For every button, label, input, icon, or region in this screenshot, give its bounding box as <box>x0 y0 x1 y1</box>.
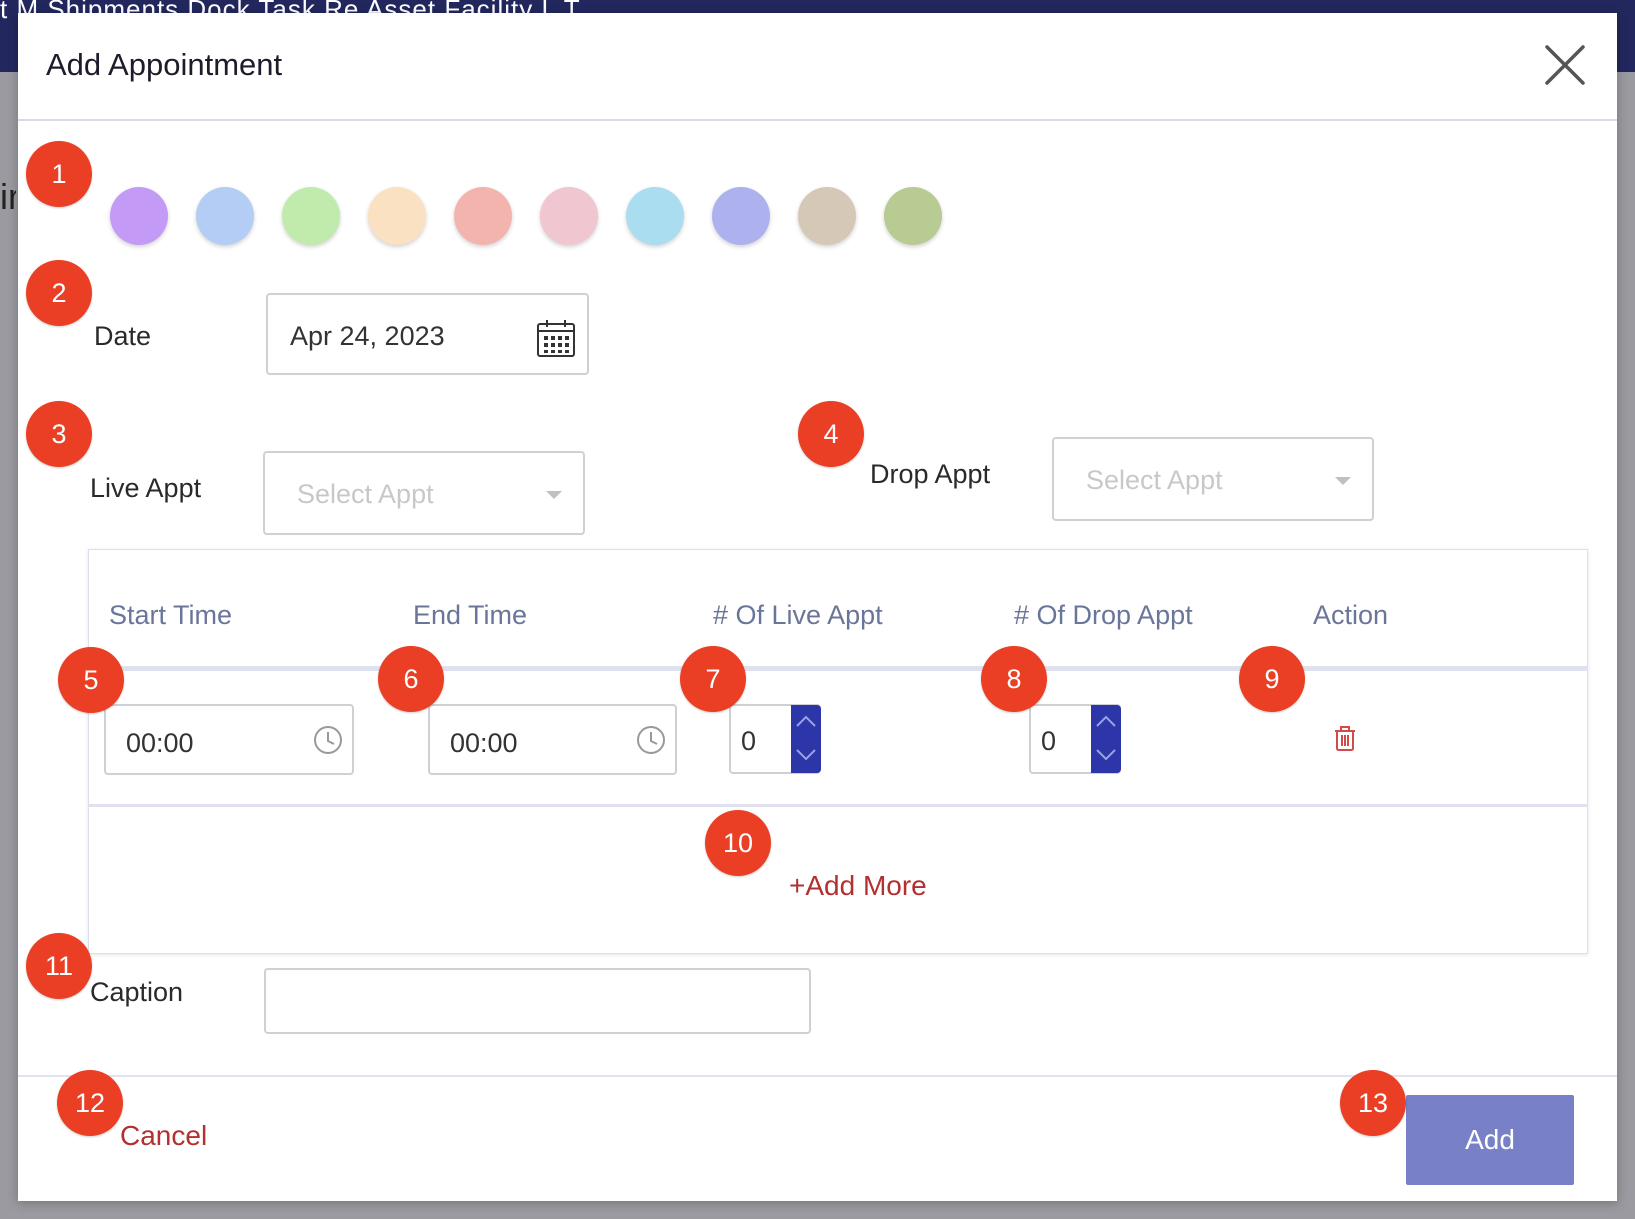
annotation-badge-10: 10 <box>705 810 771 876</box>
color-swatch[interactable] <box>798 187 856 245</box>
live-count-stepper[interactable]: 0 <box>729 704 821 774</box>
annotation-badge-6: 6 <box>378 646 444 712</box>
header-end-time: End Time <box>413 600 528 630</box>
chevron-up-icon[interactable] <box>1094 711 1118 731</box>
drop-count-stepper[interactable]: 0 <box>1029 704 1121 774</box>
clock-icon <box>314 726 342 754</box>
chevron-down-icon[interactable] <box>1094 745 1118 765</box>
color-swatch[interactable] <box>626 187 684 245</box>
modal-title: Add Appointment <box>46 47 283 82</box>
cancel-button[interactable]: Cancel <box>120 1120 207 1152</box>
annotation-badge-1: 1 <box>26 141 92 207</box>
date-value: Apr 24, 2023 <box>290 321 445 351</box>
table-divider <box>89 804 1587 807</box>
date-label: Date <box>94 321 152 351</box>
caption-input[interactable] <box>264 968 811 1034</box>
close-button[interactable] <box>1541 41 1589 89</box>
annotation-badge-5: 5 <box>58 647 124 713</box>
date-picker[interactable]: Apr 24, 2023 <box>266 293 589 375</box>
chevron-down-icon <box>1335 477 1351 485</box>
drop-count-value: 0 <box>1041 726 1057 756</box>
color-swatch[interactable] <box>282 187 340 245</box>
close-icon <box>1545 45 1585 85</box>
add-button[interactable]: Add <box>1406 1095 1574 1185</box>
annotation-badge-9: 9 <box>1239 646 1305 712</box>
live-appt-select[interactable]: Select Appt <box>263 451 585 535</box>
header-start-time: Start Time <box>109 600 233 630</box>
header-drop-count: # Of Drop Appt <box>1014 600 1193 630</box>
chevron-up-icon[interactable] <box>794 711 818 731</box>
add-appointment-modal: Add Appointment 1 2 3 4 5 6 7 8 9 10 11 … <box>18 13 1617 1201</box>
caption-label: Caption <box>90 977 184 1007</box>
drop-appt-placeholder: Select Appt <box>1086 465 1223 495</box>
modal-header: Add Appointment <box>18 13 1617 121</box>
annotation-badge-11: 11 <box>26 933 92 999</box>
drop-appt-label: Drop Appt <box>870 459 991 489</box>
drop-count-stepper-buttons <box>1091 705 1121 773</box>
header-live-count: # Of Live Appt <box>713 600 883 630</box>
chevron-down-icon <box>546 491 562 499</box>
calendar-icon[interactable] <box>536 319 576 359</box>
live-appt-label: Live Appt <box>90 473 202 503</box>
start-time-value: 00:00 <box>126 728 194 758</box>
annotation-badge-13: 13 <box>1340 1070 1406 1136</box>
color-swatch[interactable] <box>712 187 770 245</box>
trash-icon[interactable] <box>1333 726 1357 752</box>
table-divider <box>89 666 1587 671</box>
color-swatch[interactable] <box>368 187 426 245</box>
chevron-down-icon[interactable] <box>794 745 818 765</box>
live-appt-placeholder: Select Appt <box>297 479 434 509</box>
annotation-badge-8: 8 <box>981 646 1047 712</box>
color-swatch[interactable] <box>196 187 254 245</box>
color-swatch[interactable] <box>884 187 942 245</box>
end-time-input[interactable]: 00:00 <box>428 704 677 775</box>
color-swatch[interactable] <box>540 187 598 245</box>
live-count-value: 0 <box>741 726 757 756</box>
live-count-stepper-buttons <box>791 705 821 773</box>
header-action: Action <box>1313 600 1389 630</box>
drop-appt-select[interactable]: Select Appt <box>1052 437 1374 521</box>
color-swatch[interactable] <box>454 187 512 245</box>
clock-icon <box>637 726 665 754</box>
background-page-text: ir <box>0 176 16 217</box>
annotation-badge-2: 2 <box>26 260 92 326</box>
annotation-badge-4: 4 <box>798 401 864 467</box>
annotation-badge-7: 7 <box>680 646 746 712</box>
add-more-link[interactable]: +Add More <box>789 870 927 902</box>
end-time-value: 00:00 <box>450 728 518 758</box>
color-swatch[interactable] <box>110 187 168 245</box>
start-time-input[interactable]: 00:00 <box>104 704 354 775</box>
annotation-badge-3: 3 <box>26 401 92 467</box>
annotation-badge-12: 12 <box>57 1070 123 1136</box>
